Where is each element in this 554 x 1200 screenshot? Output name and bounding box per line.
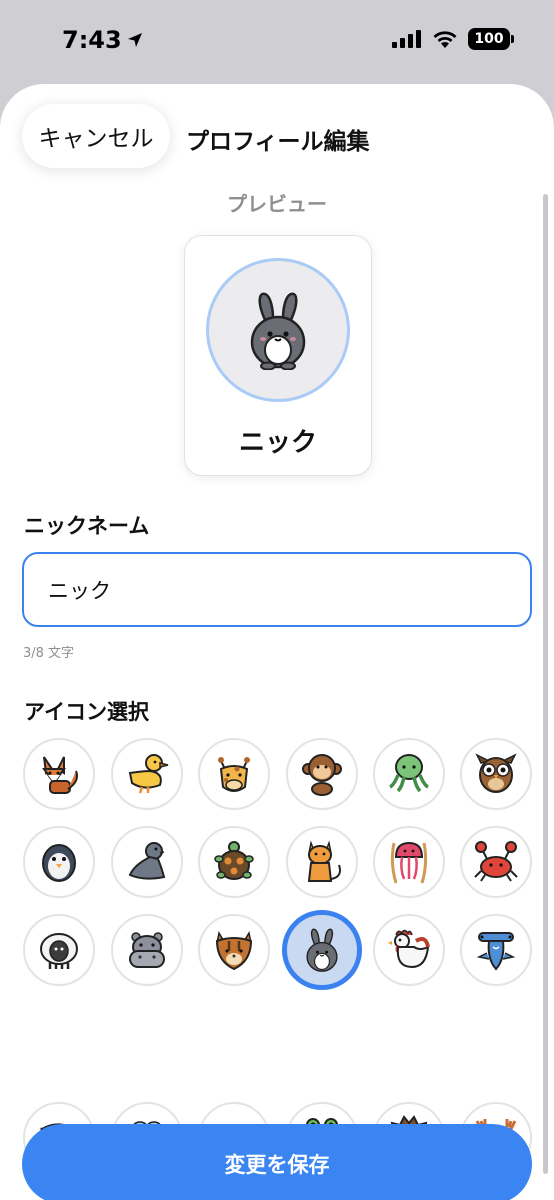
icon-option-seal[interactable] — [111, 826, 183, 898]
cat-icon — [307, 840, 341, 882]
icon-option-owl[interactable] — [460, 738, 532, 810]
icon-option-duck[interactable] — [111, 738, 183, 810]
sheep-icon — [40, 933, 78, 969]
scroll-indicator[interactable] — [543, 194, 548, 1174]
icon-option-sheep[interactable] — [23, 914, 95, 986]
icon-option-fox[interactable] — [23, 738, 95, 810]
nickname-input[interactable] — [22, 552, 532, 627]
icon-option-cat[interactable] — [286, 826, 358, 898]
profile-edit-sheet: キャンセル プロフィール編集 プレビュー ニック ニックネーム 3/8 文字 ア… — [0, 84, 554, 1200]
page-title: プロフィール編集 — [186, 129, 370, 155]
status-time: 7:43 — [62, 26, 144, 54]
icon-option-jellyfish[interactable] — [373, 826, 445, 898]
hammerhead-shark-icon — [476, 932, 516, 971]
preview-card: ニック — [184, 235, 372, 476]
turtle-icon — [214, 841, 254, 880]
icon-option-chipmunk[interactable] — [198, 914, 270, 986]
battery-icon: 100 — [468, 28, 514, 50]
icon-option-hammerhead-shark[interactable] — [460, 914, 532, 986]
icon-option-crab[interactable] — [460, 826, 532, 898]
icon-option-octopus[interactable] — [373, 738, 445, 810]
icon-select-label: アイコン選択 — [24, 700, 149, 724]
chipmunk-icon — [215, 930, 253, 971]
preview-label: プレビュー — [227, 192, 327, 216]
icon-option-penguin[interactable] — [23, 826, 95, 898]
icon-option-rabbit[interactable] — [282, 910, 362, 990]
wifi-icon — [433, 31, 457, 48]
fox-icon — [42, 756, 78, 794]
char-count: 3/8 文字 — [23, 646, 75, 661]
status-icons: 100 — [392, 28, 514, 50]
battery-level: 100 — [474, 31, 504, 47]
duck-icon — [128, 754, 169, 794]
cancel-button[interactable]: キャンセル — [22, 104, 170, 168]
crab-icon — [474, 841, 518, 882]
jellyfish-icon — [390, 841, 428, 884]
icon-option-turtle[interactable] — [198, 826, 270, 898]
rooster-icon — [388, 929, 430, 969]
seal-icon — [128, 842, 166, 880]
rabbit-icon — [250, 292, 306, 370]
icon-option-giraffe[interactable] — [198, 738, 270, 810]
status-bar: 7:43 100 — [0, 0, 554, 84]
hippo-icon — [129, 932, 165, 968]
giraffe-icon — [218, 757, 250, 792]
icon-option-hippo[interactable] — [111, 914, 183, 986]
preview-name: ニック — [238, 428, 317, 458]
icon-option-rooster[interactable] — [373, 914, 445, 986]
cellular-signal-icon — [392, 30, 421, 48]
monkey-icon — [302, 754, 342, 796]
preview-avatar — [206, 258, 350, 402]
penguin-icon — [42, 844, 76, 882]
save-button[interactable]: 変更を保存 — [22, 1124, 532, 1200]
octopus-icon — [389, 754, 429, 793]
rabbit-icon — [306, 928, 338, 972]
status-time-text: 7:43 — [62, 26, 122, 54]
location-arrow-icon — [127, 33, 142, 47]
nickname-label: ニックネーム — [24, 514, 150, 538]
icon-option-monkey[interactable] — [286, 738, 358, 810]
owl-icon — [475, 753, 517, 793]
